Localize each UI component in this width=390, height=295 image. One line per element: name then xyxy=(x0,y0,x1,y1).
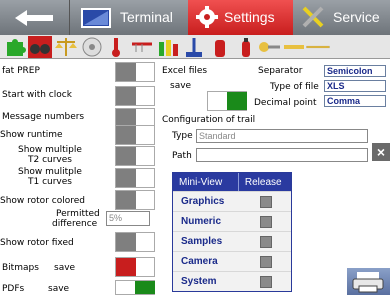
show-multiple-t2-toggle[interactable] xyxy=(115,146,155,166)
table-row: Graphics xyxy=(173,191,291,211)
mini-view-header: Mini-View Release xyxy=(173,173,291,191)
type-of-file-label: Type of file xyxy=(270,82,319,92)
release-checkbox[interactable] xyxy=(242,252,291,271)
show-multiple-t1-label-line2: T1 curves xyxy=(28,177,72,187)
trail-config-title: Configuration of trail xyxy=(162,115,256,125)
trail-type-label: Type xyxy=(172,131,193,141)
bottle-icon[interactable] xyxy=(208,36,232,58)
release-column-header: Release xyxy=(237,173,291,191)
show-runtime-toggle[interactable] xyxy=(115,125,155,145)
trail-type-input[interactable]: Standard xyxy=(196,129,368,143)
gear-icon xyxy=(196,6,218,28)
back-button[interactable] xyxy=(0,0,70,35)
rotor-icon[interactable] xyxy=(80,36,104,58)
extinguisher-icon[interactable] xyxy=(234,36,258,58)
mini-view-table: Mini-View Release Graphics Numeric Sampl… xyxy=(172,172,292,292)
fat-prep-toggle[interactable] xyxy=(115,62,155,82)
mini-view-name: System xyxy=(181,276,217,287)
trail-path-input[interactable] xyxy=(196,148,368,162)
tab-service-label: Service xyxy=(333,9,380,25)
fat-prep-label: fat PREP xyxy=(2,66,40,76)
pdfs-label: PDFs xyxy=(2,284,25,294)
key-icon[interactable] xyxy=(258,36,282,58)
show-rotor-fixed-label: Show rotor fixed xyxy=(0,238,74,248)
puzzle-icon[interactable] xyxy=(4,36,28,58)
excel-files-title: Excel files xyxy=(162,66,208,76)
tool-icon-row xyxy=(0,35,390,59)
toggle-knob xyxy=(135,281,155,294)
mini-view-name: Camera xyxy=(181,256,218,267)
tab-settings-label: Settings xyxy=(224,9,275,25)
toggle-knob xyxy=(227,92,247,110)
decimal-point-select[interactable]: Comma xyxy=(324,95,386,107)
scale-icon[interactable] xyxy=(54,36,78,58)
release-checkbox[interactable] xyxy=(242,232,291,251)
ruler-icon[interactable] xyxy=(306,36,330,58)
show-rotor-colored-toggle[interactable] xyxy=(115,190,155,210)
tab-service[interactable]: Service xyxy=(293,0,390,35)
pdfs-save-toggle[interactable] xyxy=(115,280,155,295)
release-checkbox[interactable] xyxy=(242,192,291,211)
start-with-clock-toggle[interactable] xyxy=(115,86,155,106)
pipette-icon[interactable] xyxy=(130,36,154,58)
show-multiple-t2-label-line2: T2 curves xyxy=(28,155,72,165)
show-runtime-label: Show runtime xyxy=(0,130,63,140)
bitmaps-label: Bitmaps xyxy=(2,263,39,273)
toggle-knob xyxy=(116,126,136,144)
flasks-icon[interactable] xyxy=(156,36,180,58)
pdfs-save-label: save xyxy=(48,284,70,294)
separator-label: Separator xyxy=(258,66,303,76)
mini-view-name: Numeric xyxy=(181,216,222,227)
top-bar: Terminal Settings Service xyxy=(0,0,390,35)
clear-path-button[interactable]: × xyxy=(372,143,390,161)
table-row: Camera xyxy=(173,251,291,271)
tab-settings[interactable]: Settings xyxy=(188,0,293,35)
release-checkbox[interactable] xyxy=(242,212,291,231)
toggle-knob xyxy=(116,233,136,251)
toggle-knob xyxy=(116,87,136,105)
start-with-clock-label: Start with clock xyxy=(2,90,72,100)
probe-icon[interactable] xyxy=(182,36,206,58)
bitmaps-save-label: save xyxy=(54,263,76,273)
separator-select[interactable]: Semicolon xyxy=(324,65,386,77)
bitmaps-save-toggle[interactable] xyxy=(115,257,155,277)
show-rotor-colored-label: Show rotor colored xyxy=(0,196,85,206)
toggle-knob xyxy=(116,191,136,209)
binoculars-icon[interactable] xyxy=(28,36,52,58)
toggle-knob xyxy=(116,258,136,276)
back-arrow-icon xyxy=(14,9,53,26)
show-multiple-t1-toggle[interactable] xyxy=(115,168,155,188)
toggle-knob xyxy=(116,169,136,187)
message-numbers-label: Message numbers xyxy=(2,112,85,122)
excel-save-toggle[interactable] xyxy=(207,91,247,111)
trail-path-label: Path xyxy=(172,151,192,161)
permitted-difference-input[interactable]: 5% xyxy=(106,211,150,226)
mini-view-name: Graphics xyxy=(181,196,225,207)
table-row: System xyxy=(173,271,291,291)
table-row: Samples xyxy=(173,231,291,251)
toggle-knob xyxy=(116,63,136,81)
tab-terminal[interactable]: Terminal xyxy=(70,0,188,35)
pen-icon[interactable] xyxy=(282,36,306,58)
mini-view-column-header: Mini-View xyxy=(179,176,223,188)
toggle-knob xyxy=(116,147,136,165)
print-button[interactable] xyxy=(347,268,390,295)
tools-icon xyxy=(302,6,324,28)
close-icon: × xyxy=(376,144,386,160)
decimal-point-label: Decimal point xyxy=(254,98,317,108)
table-row: Numeric xyxy=(173,211,291,231)
thermometer-icon[interactable] xyxy=(104,36,128,58)
tab-terminal-label: Terminal xyxy=(120,9,173,25)
permitted-difference-label-line2: difference xyxy=(52,219,98,229)
release-checkbox[interactable] xyxy=(242,272,291,291)
excel-save-label: save xyxy=(170,81,192,91)
terminal-icon xyxy=(81,8,111,28)
mini-view-name: Samples xyxy=(181,236,223,247)
type-of-file-select[interactable]: XLS xyxy=(324,80,386,92)
printer-icon xyxy=(352,272,384,293)
show-rotor-fixed-toggle[interactable] xyxy=(115,232,155,252)
